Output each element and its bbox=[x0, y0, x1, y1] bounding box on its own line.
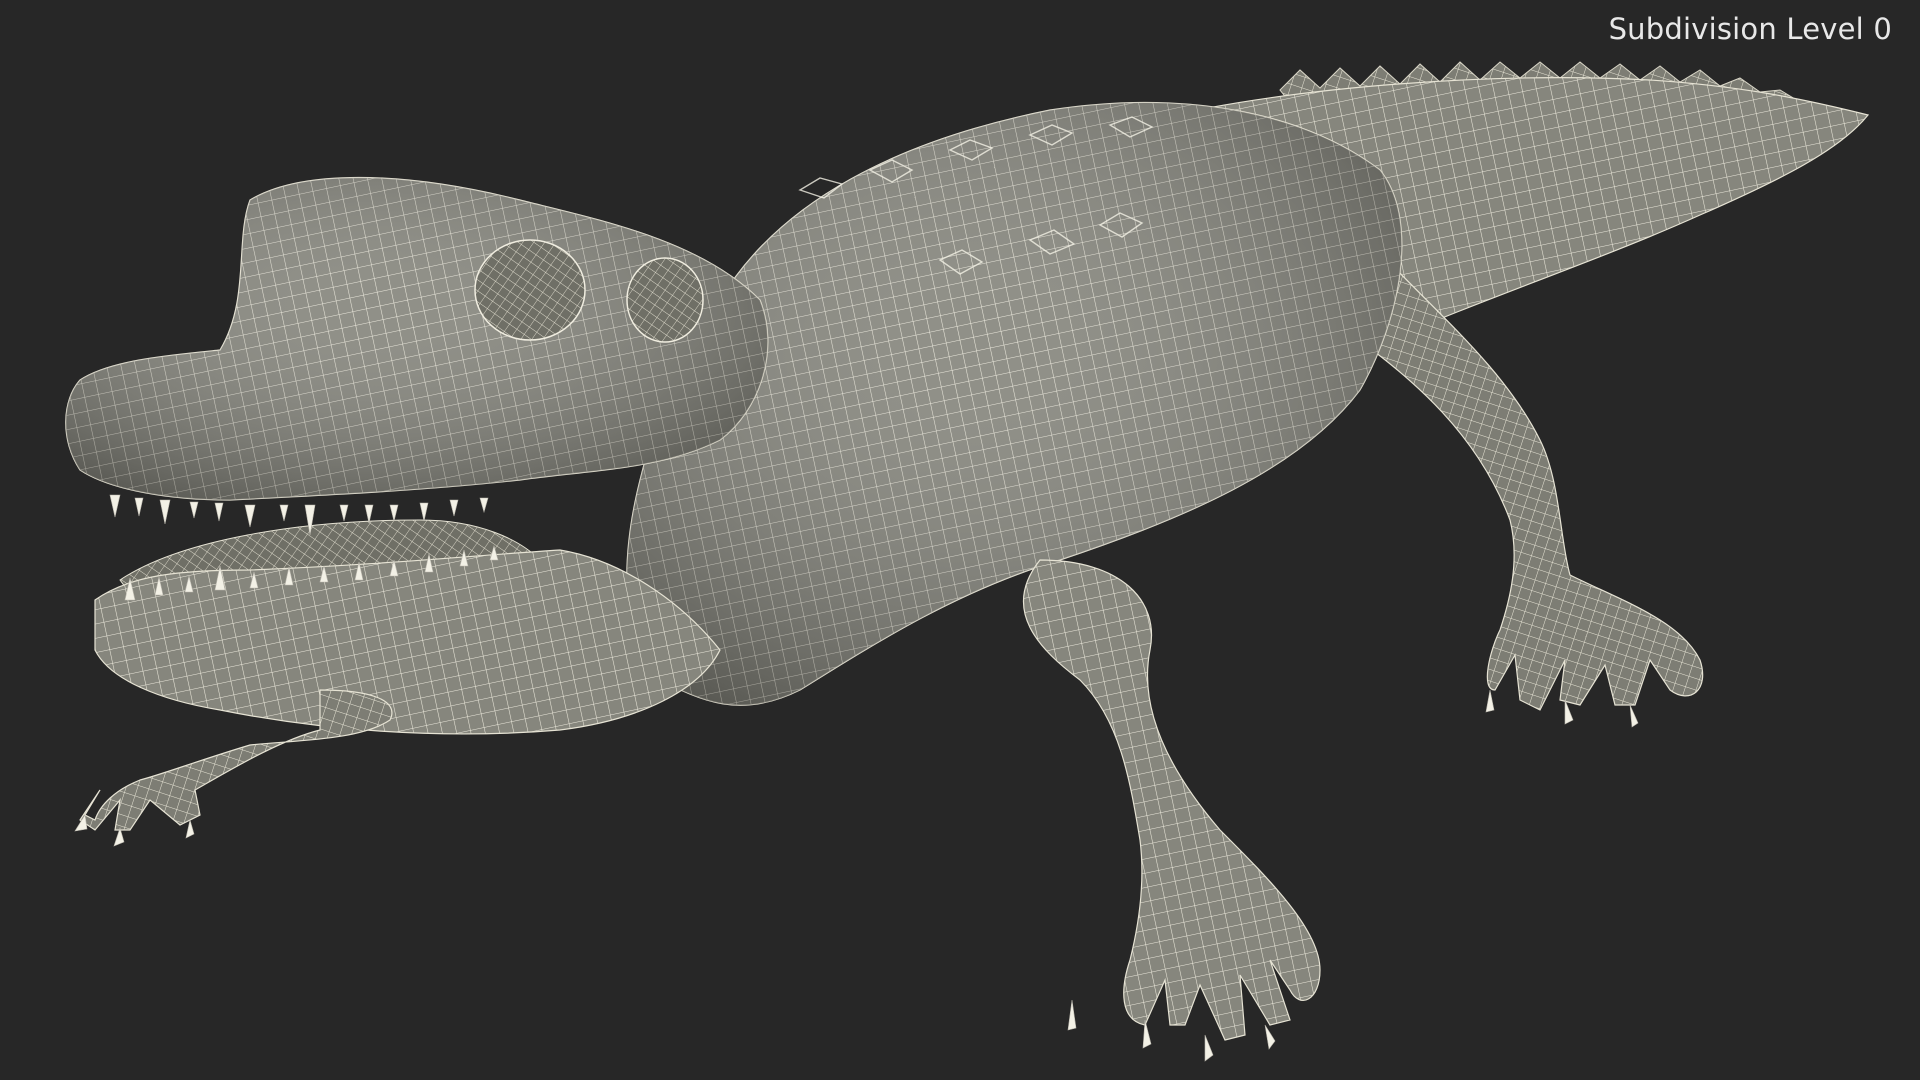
subdivision-level-label: Subdivision Level 0 bbox=[1608, 12, 1892, 46]
front-right-leg bbox=[1022, 559, 1321, 1041]
eye-right-socket bbox=[626, 257, 704, 343]
render-viewport: Subdivision Level 0 bbox=[0, 0, 1920, 1080]
alligator-wireframe-render bbox=[65, 61, 1870, 1062]
eye-left-socket bbox=[474, 239, 586, 341]
claws bbox=[74, 689, 1639, 1062]
